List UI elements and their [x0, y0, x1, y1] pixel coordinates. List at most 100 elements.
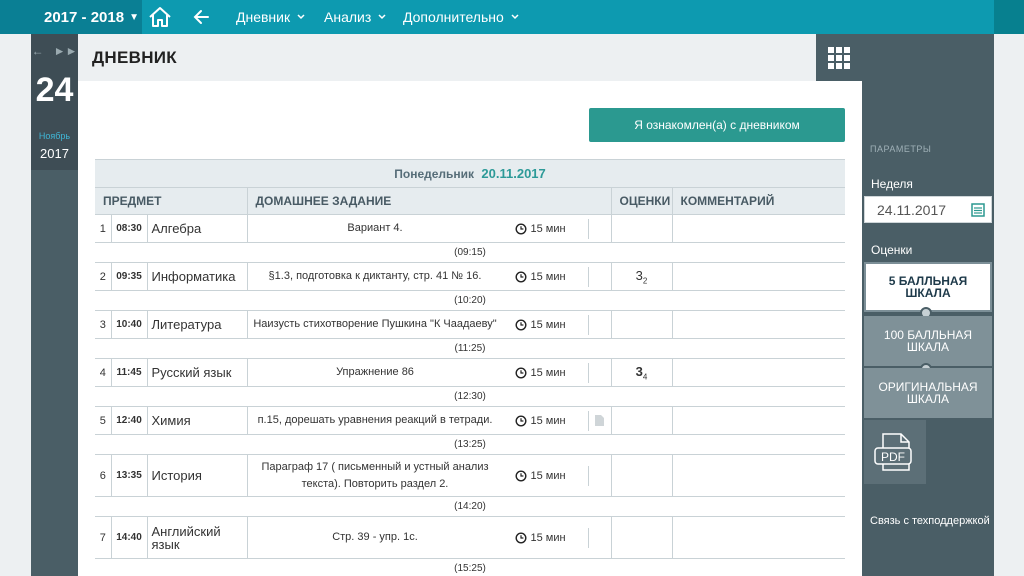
calendar-icon[interactable]: [971, 203, 985, 217]
lesson-grade[interactable]: [611, 454, 673, 497]
lesson-row[interactable]: 3 10:40 Литература Наизусть стихотворени…: [95, 310, 846, 339]
lesson-subject: Английский язык: [147, 516, 248, 559]
homework-text: Наизусть стихотворение Пушкина "К Чаадае…: [253, 318, 497, 330]
lesson-number: 7: [95, 516, 112, 559]
homework-duration: 15 мин: [503, 465, 589, 486]
lesson-row[interactable]: 5 12:40 Химия п.15, дорешать уравнения р…: [95, 406, 846, 435]
scale-100-point[interactable]: 100 БАЛЛЬНАЯ ШКАЛА: [864, 316, 992, 366]
menu-additional-label: Дополнительно: [403, 9, 504, 25]
break-row: (10:20): [95, 290, 846, 311]
top-bar-strip: [994, 0, 1024, 34]
date-month: Ноябрь: [38, 131, 71, 141]
break-time: (10:20): [95, 290, 846, 311]
day-label: Понедельник: [394, 167, 475, 181]
lesson-grade[interactable]: [611, 516, 673, 559]
lesson-time: 12:40: [111, 406, 148, 435]
lesson-time: 08:30: [111, 214, 148, 243]
week-input[interactable]: 24.11.2017: [864, 196, 992, 223]
duration-text: 15 мин: [530, 222, 566, 235]
lesson-grade[interactable]: [611, 214, 673, 243]
day-header-row: Понедельник 20.11.2017: [95, 159, 846, 188]
homework-duration: 15 мин: [503, 218, 589, 239]
chevron-down-icon: [297, 14, 305, 20]
break-time: (15:25): [95, 558, 846, 576]
lesson-subject: История: [147, 454, 248, 497]
pdf-button[interactable]: PDF: [864, 420, 926, 484]
lesson-row[interactable]: 4 11:45 Русский язык Упражнение 86 15 ми…: [95, 358, 846, 387]
lesson-row[interactable]: 1 08:30 Алгебра Вариант 4. 15 мин: [95, 214, 846, 243]
pdf-icon: PDF: [874, 433, 912, 471]
lesson-grade[interactable]: 32: [611, 262, 673, 291]
menu-additional[interactable]: Дополнительно: [403, 0, 520, 34]
chevron-down-icon: [378, 14, 386, 20]
week-label: Неделя: [871, 177, 913, 191]
page-title: ДНЕВНИК: [92, 48, 177, 67]
clock-icon: [514, 469, 527, 482]
date-nav: ← ►►: [31, 44, 78, 58]
homework-text: Вариант 4.: [347, 222, 403, 234]
support-link[interactable]: Связь с техподдержкой: [870, 515, 990, 527]
scale-original-label: ОРИГИНАЛЬНАЯ ШКАЛА: [878, 380, 978, 406]
break-row: (14:20): [95, 496, 846, 517]
date-year: 2017: [40, 146, 69, 161]
lesson-subject: Алгебра: [147, 214, 248, 243]
lesson-time: 14:40: [111, 516, 148, 559]
scale-5-point[interactable]: 5 БАЛЛЬНАЯ ШКАЛА: [864, 262, 992, 312]
lesson-number: 4: [95, 358, 112, 387]
year-selector[interactable]: 2017 - 2018 ▼: [0, 0, 142, 34]
menu-diary-label: Дневник: [236, 9, 291, 25]
parameters-panel: ПАРАМЕТРЫ Неделя 24.11.2017 Оценки 5 БАЛ…: [862, 34, 994, 576]
menu-analysis[interactable]: Анализ: [324, 0, 387, 34]
week-value: 24.11.2017: [877, 201, 947, 218]
column-comment: КОММЕНТАРИЙ: [672, 187, 846, 215]
lesson-grade[interactable]: [611, 310, 673, 339]
break-time: (13:25): [95, 434, 846, 455]
date-panel: ← ►► 24 Ноябрь 2017: [31, 34, 78, 576]
grade-value: 3: [635, 363, 643, 379]
break-row: (15:25): [95, 558, 846, 576]
lesson-row[interactable]: 6 13:35 История Параграф 17 ( письменный…: [95, 454, 846, 497]
lesson-homework: Параграф 17 ( письменный и устный анализ…: [247, 454, 612, 497]
home-icon[interactable]: [146, 4, 174, 30]
fast-forward-icon[interactable]: ►►: [54, 44, 78, 58]
lesson-time: 11:45: [111, 358, 148, 387]
arrow-left-icon[interactable]: ←: [32, 44, 44, 58]
lesson-comment: [672, 262, 846, 291]
break-time: (14:20): [95, 496, 846, 517]
menu-diary[interactable]: Дневник: [236, 0, 306, 34]
duration-text: 15 мин: [530, 366, 566, 379]
grid-menu-button[interactable]: [816, 34, 862, 81]
break-row: (09:15): [95, 242, 846, 263]
date-box: ← ►► 24 Ноябрь 2017: [31, 34, 78, 170]
lesson-comment: [672, 516, 846, 559]
chevron-down-icon: [511, 14, 519, 20]
back-arrow-icon[interactable]: [190, 4, 214, 30]
column-subject: ПРЕДМЕТ: [95, 187, 248, 215]
clock-icon: [514, 366, 527, 379]
clock-icon: [514, 270, 527, 283]
lesson-row[interactable]: 2 09:35 Информатика §1.3, подготовка к д…: [95, 262, 846, 291]
column-header-row: ПРЕДМЕТ ДОМАШНЕЕ ЗАДАНИЕ ОЦЕНКИ КОММЕНТА…: [95, 187, 846, 215]
homework-duration: 15 мин: [503, 410, 589, 431]
right-gutter: [994, 34, 1024, 576]
grades-label: Оценки: [871, 243, 913, 257]
lesson-grade[interactable]: [611, 406, 673, 435]
lesson-subject: Литература: [147, 310, 248, 339]
scale-original[interactable]: ОРИГИНАЛЬНАЯ ШКАЛА: [864, 368, 992, 418]
document-icon[interactable]: [594, 414, 605, 427]
acknowledge-button[interactable]: Я ознакомлен(а) с дневником: [589, 108, 845, 142]
lesson-comment: [672, 310, 846, 339]
duration-text: 15 мин: [530, 318, 566, 331]
scale-5-point-label: 5 БАЛЛЬНАЯ ШКАЛА: [888, 274, 968, 300]
lesson-subject: Информатика: [147, 262, 248, 291]
lesson-grade[interactable]: 34: [611, 358, 673, 387]
clock-icon: [514, 222, 527, 235]
homework-duration: 15 мин: [503, 362, 589, 383]
duration-text: 15 мин: [530, 270, 566, 283]
lesson-row[interactable]: 7 14:40 Английский язык Стр. 39 - упр. 1…: [95, 516, 846, 559]
clock-icon: [514, 531, 527, 544]
lesson-time: 10:40: [111, 310, 148, 339]
homework-duration: 15 мин: [503, 527, 589, 548]
clock-icon: [514, 318, 527, 331]
duration-text: 15 мин: [530, 531, 566, 544]
